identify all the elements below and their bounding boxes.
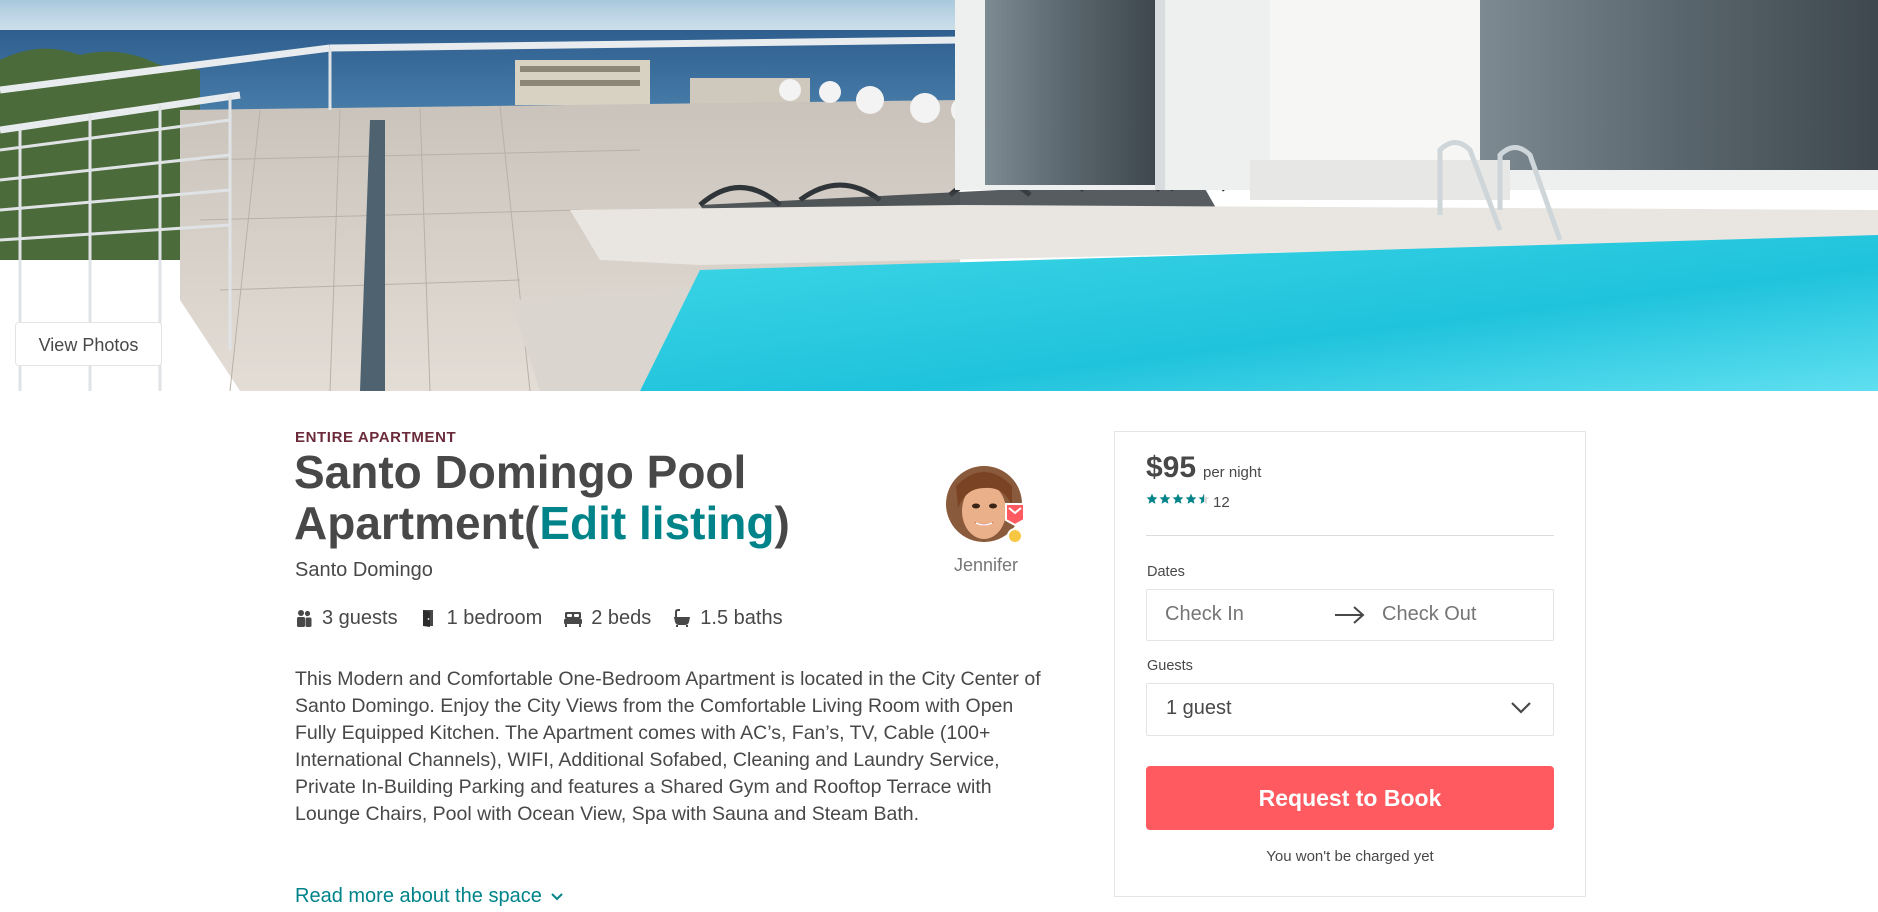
listing-description: This Modern and Comfortable One-Bedroom …: [295, 668, 1041, 825]
title-line-2-prefix: Apartment(: [294, 497, 540, 549]
listing-kind: ENTIRE APARTMENT: [295, 429, 457, 446]
host-name[interactable]: Jennifer: [948, 555, 1024, 576]
stat-beds: 2 beds: [564, 607, 651, 630]
star-icon: [1198, 493, 1210, 504]
stat-beds-label: 2 beds: [591, 606, 652, 629]
card-divider: [1146, 535, 1554, 536]
check-out-input[interactable]: Check Out: [1382, 603, 1476, 626]
stat-bedrooms-label: 1 bedroom: [446, 606, 543, 629]
star-icon: [1146, 493, 1158, 504]
stat-guests-label: 3 guests: [322, 606, 398, 629]
title-line-2-suffix: ): [774, 497, 790, 549]
title-line-1: Santo Domingo Pool: [294, 446, 747, 498]
check-in-input[interactable]: Check In: [1165, 603, 1244, 626]
star-icon: [1185, 493, 1197, 504]
listing-stats: 3 guests 1 bedroom 2 beds 1.5 baths: [295, 604, 805, 632]
host-avatar[interactable]: [946, 466, 1026, 546]
stat-guests: 3 guests: [295, 607, 398, 630]
view-photos-button[interactable]: View Photos: [15, 322, 162, 366]
stat-baths-label: 1.5 baths: [700, 606, 783, 629]
read-more-label: Read more about the space: [295, 885, 542, 907]
hero-image: [0, 0, 1878, 391]
listing-title: Santo Domingo Pool Apartment(Edit listin…: [294, 447, 944, 549]
read-more-link[interactable]: Read more about the space: [295, 885, 564, 908]
dates-label: Dates: [1147, 564, 1185, 580]
nightly-price: $95: [1146, 451, 1197, 484]
door-icon: [422, 610, 433, 627]
guests-icon: [297, 610, 312, 627]
request-to-book-button[interactable]: Request to Book: [1146, 766, 1554, 830]
star-rating[interactable]: [1146, 493, 1211, 505]
edit-listing-link[interactable]: Edit listing: [539, 497, 774, 549]
chevron-down-icon[interactable]: [1510, 701, 1532, 715]
star-icon: [1172, 493, 1184, 504]
reviews-count[interactable]: 12: [1213, 494, 1230, 511]
hero-photo[interactable]: View Photos: [0, 0, 1878, 391]
guests-value[interactable]: 1 guest: [1166, 697, 1232, 720]
guests-label: Guests: [1147, 658, 1193, 674]
bath-icon: [674, 609, 691, 627]
per-night-label: per night: [1203, 464, 1262, 481]
chevron-down-icon: [551, 892, 563, 900]
bed-icon: [564, 612, 583, 627]
star-icon: [1159, 493, 1171, 504]
stat-bedrooms: 1 bedroom: [420, 606, 543, 630]
listing-city: Santo Domingo: [295, 559, 433, 581]
stat-baths: 1.5 baths: [673, 606, 783, 630]
arrow-right-icon: [1335, 606, 1365, 624]
not-charged-note: You won't be charged yet: [1266, 848, 1434, 865]
